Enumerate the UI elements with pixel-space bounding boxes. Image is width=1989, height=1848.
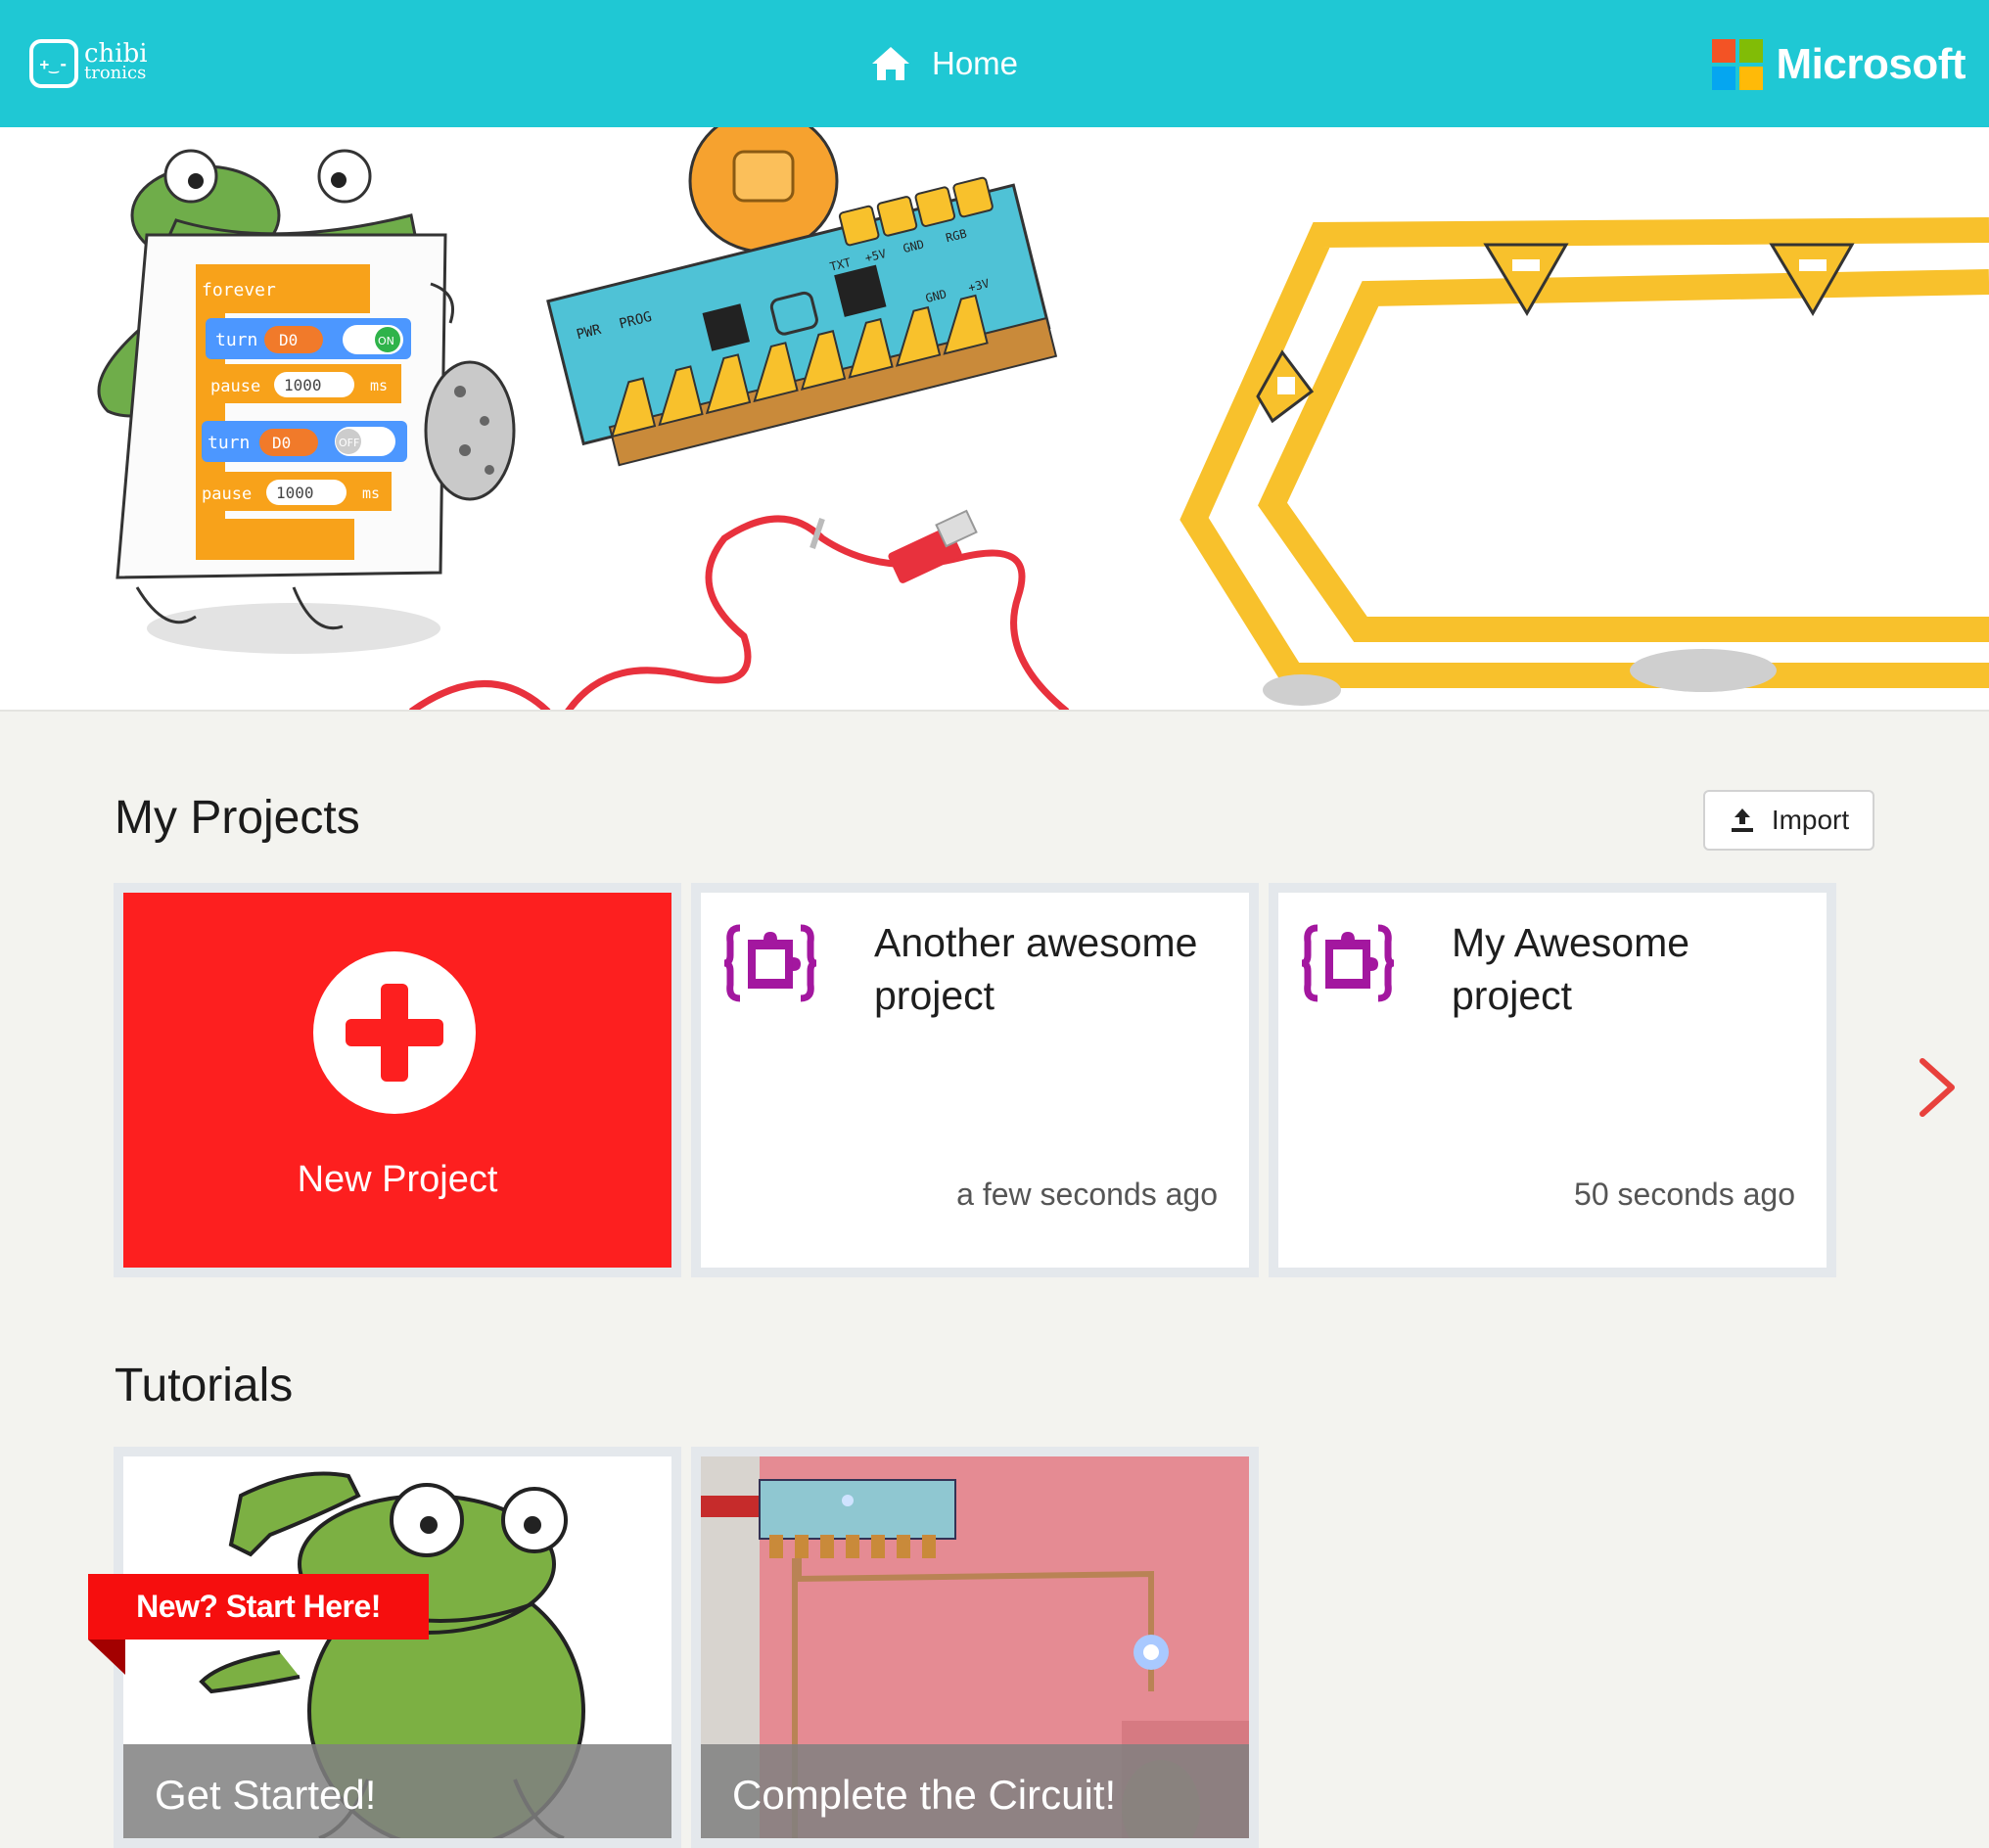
- tutorial-label: Get Started!: [155, 1772, 377, 1818]
- project-card[interactable]: Another awesome project a few seconds ag…: [691, 883, 1259, 1277]
- home-icon: [872, 47, 909, 80]
- upload-icon: [1731, 808, 1753, 832]
- plus-icon: [313, 951, 476, 1114]
- block-forever: forever: [202, 280, 276, 300]
- home-label: Home: [932, 45, 1019, 81]
- puzzle-icon: [723, 924, 817, 1002]
- tutorials-heading: Tutorials: [115, 1360, 294, 1411]
- microsoft-label: Microsoft: [1776, 40, 1966, 88]
- svg-text:OFF: OFF: [339, 437, 359, 449]
- puzzle-icon: [1301, 924, 1395, 1002]
- new-project-label: New Project: [297, 1159, 498, 1200]
- ribbon-fold: [88, 1640, 125, 1675]
- home-link[interactable]: Home: [869, 44, 1018, 83]
- import-button[interactable]: Import: [1703, 790, 1874, 851]
- microsoft-squares-icon: [1711, 39, 1763, 90]
- svg-text:ms: ms: [370, 377, 388, 394]
- project-card[interactable]: My Awesome project 50 seconds ago: [1269, 883, 1836, 1277]
- hero-illustration: forever turn D0 ON pause 1000 ms turn D0…: [97, 127, 1989, 710]
- microsoft-logo[interactable]: Microsoft: [1711, 39, 1966, 90]
- new-project-card[interactable]: New Project: [114, 883, 681, 1277]
- chibitronics-logo[interactable]: +‿- chibi tronics: [29, 39, 148, 88]
- project-title: My Awesome project: [1452, 920, 1690, 1018]
- project-time: 50 seconds ago: [1574, 1177, 1795, 1212]
- svg-text:ON: ON: [378, 335, 394, 347]
- tutorial-card-get-started[interactable]: Get Started!: [114, 1447, 681, 1848]
- project-time: a few seconds ago: [956, 1177, 1218, 1212]
- svg-text:1000: 1000: [276, 484, 314, 502]
- svg-text:turn: turn: [208, 433, 250, 453]
- my-projects-heading: My Projects: [115, 792, 360, 844]
- svg-text:D0: D0: [272, 434, 291, 452]
- svg-text:D0: D0: [279, 331, 298, 349]
- chibi-face-icon: +‿-: [29, 39, 78, 88]
- project-title: Another awesome project: [874, 920, 1198, 1018]
- svg-text:1000: 1000: [284, 376, 322, 394]
- import-label: Import: [1771, 805, 1850, 835]
- brand-line-1: chibi: [84, 39, 148, 69]
- svg-text:pause: pause: [210, 377, 260, 396]
- hero-banner: forever turn D0 ON pause 1000 ms turn D0…: [0, 127, 1989, 712]
- svg-text:ms: ms: [362, 485, 380, 502]
- brand-line-2: tronics: [84, 63, 147, 83]
- chevron-right-icon[interactable]: [1913, 1055, 1962, 1120]
- top-bar: +‿- chibi tronics Home Microsoft: [0, 0, 1989, 127]
- tutorial-label: Complete the Circuit!: [732, 1772, 1117, 1818]
- start-here-ribbon: New? Start Here!: [88, 1574, 429, 1640]
- tutorial-card-complete-circuit[interactable]: Complete the Circuit!: [691, 1447, 1259, 1848]
- svg-text:turn: turn: [215, 330, 257, 350]
- svg-text:pause: pause: [202, 485, 252, 504]
